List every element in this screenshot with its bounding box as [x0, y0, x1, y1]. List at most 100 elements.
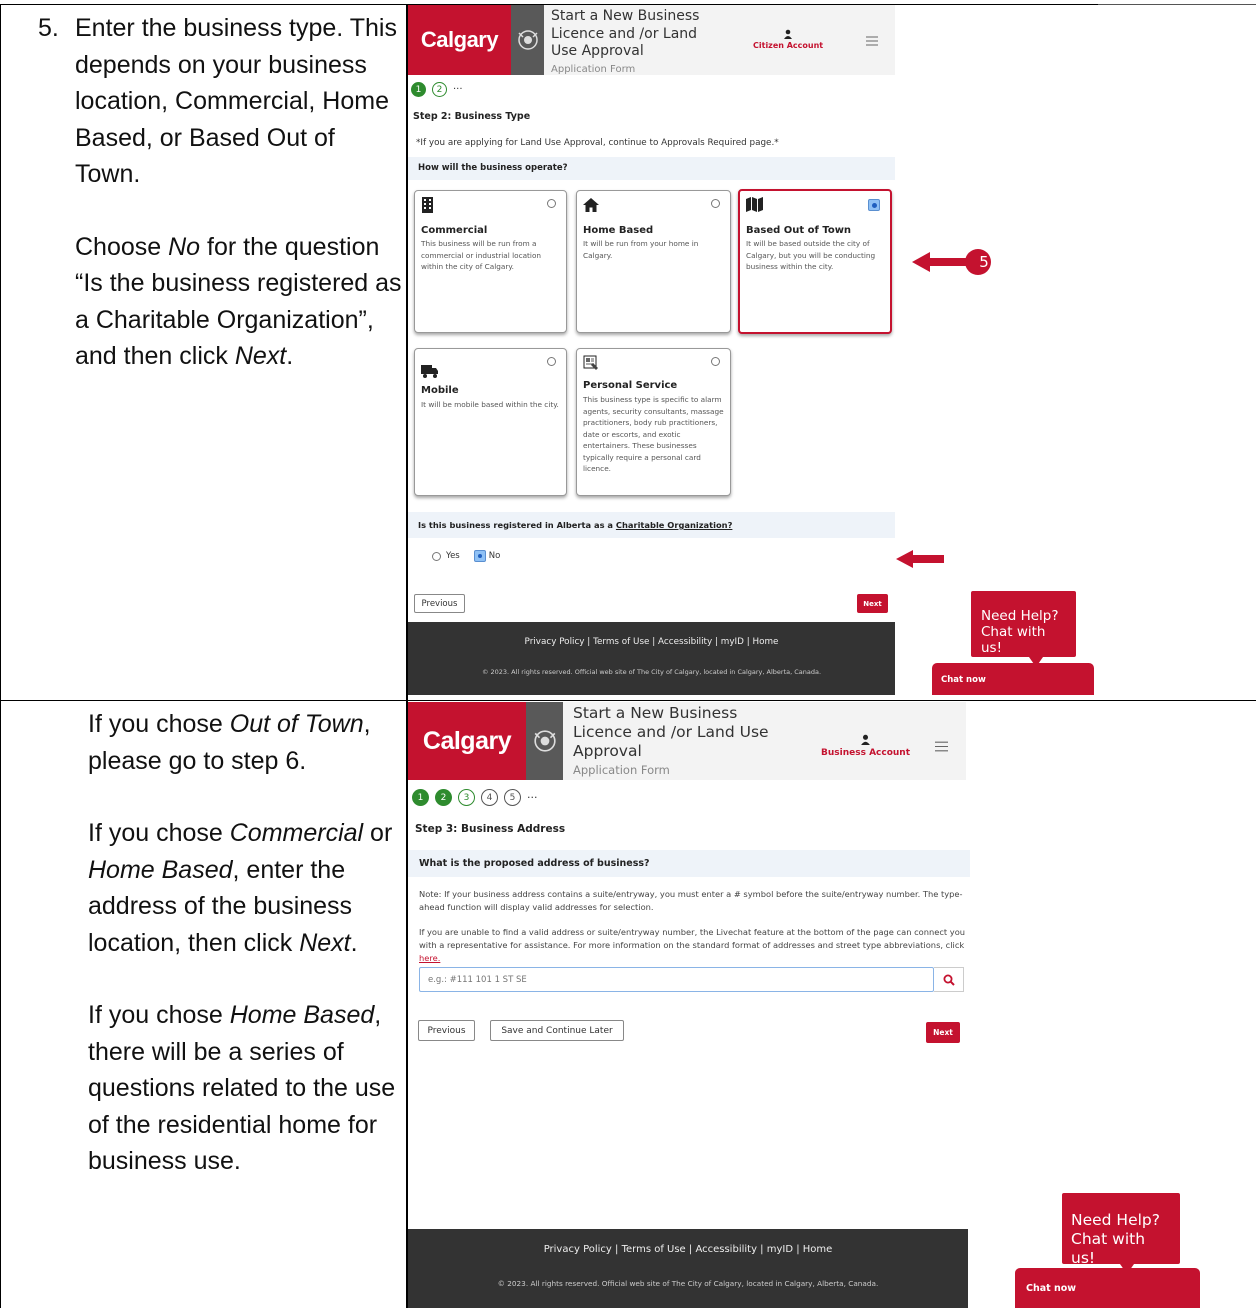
myid-link[interactable]: myID	[767, 1244, 793, 1255]
p2-mid1: or	[363, 819, 393, 847]
step5-p2-pre: Choose	[75, 232, 169, 261]
help-line1: Need Help?	[1071, 1211, 1160, 1229]
step5-line1: Enter the business type.	[75, 14, 344, 42]
p2-pre: If you chose	[88, 819, 230, 847]
home-link[interactable]: Home	[803, 1244, 833, 1255]
title-subtitle: Application Form	[573, 763, 670, 777]
chat-now-button[interactable]: Chat now	[1015, 1268, 1200, 1308]
table-border-top-right	[1098, 4, 1256, 5]
radio-based-out-of-town[interactable]	[868, 199, 880, 211]
privacy-policy-link[interactable]: Privacy Policy	[525, 637, 585, 647]
step5-p2-no: No	[168, 232, 201, 261]
no-label: No	[488, 551, 501, 561]
footer-links: Privacy Policy | Terms of Use | Accessib…	[524, 637, 779, 647]
callout-number: 5	[979, 253, 989, 271]
card-desc: This business type is specific to alarm …	[583, 395, 724, 473]
account-label: Citizen Account	[753, 41, 824, 50]
next-button[interactable]: Next	[926, 1022, 960, 1043]
site-footer: Privacy Policy | Terms of Use | Accessib…	[408, 1229, 968, 1308]
yes-label: Yes	[446, 551, 460, 561]
truck-icon	[421, 363, 438, 383]
help-line1: Need Help?	[981, 608, 1059, 624]
need-help-chat-bubble[interactable]: Need Help? Chat with us!	[971, 591, 1076, 667]
help-line2: Chat with us!	[1071, 1230, 1146, 1267]
crest-icon	[526, 702, 563, 780]
citizen-account-link[interactable]: Citizen Account	[753, 29, 823, 50]
search-button[interactable]	[934, 967, 964, 992]
radio-commercial[interactable]	[547, 199, 556, 208]
p1-pre: If you chose	[88, 710, 230, 738]
help-line2: Chat with us!	[981, 624, 1046, 656]
terms-of-use-link[interactable]: Terms of Use	[622, 1244, 686, 1255]
more-steps: ···	[453, 84, 463, 95]
home-icon	[583, 197, 599, 217]
step5-p2-next: Next	[234, 342, 287, 370]
myid-link[interactable]: myID	[721, 637, 744, 647]
table-border-left	[0, 4, 1, 1308]
livechat-note: If you are unable to find a valid addres…	[419, 926, 967, 965]
save-and-continue-later-button[interactable]: Save and Continue Later	[490, 1020, 624, 1041]
need-help-chat-bubble[interactable]: Need Help? Chat with us!	[1062, 1193, 1180, 1274]
step-2-dot[interactable]: 2	[435, 789, 452, 806]
radio-personal-service[interactable]	[711, 357, 720, 366]
previous-button[interactable]: Previous	[418, 1020, 475, 1041]
address-search	[419, 967, 964, 992]
table-border-row	[0, 700, 1256, 701]
card-title: Personal Service	[583, 380, 678, 391]
previous-button[interactable]: Previous	[414, 594, 465, 613]
account-label: Business Account	[821, 748, 911, 758]
option-card-mobile[interactable]: Mobile It will be mobile based within th…	[414, 348, 567, 496]
radio-yes[interactable]	[432, 551, 441, 561]
next-button[interactable]: Next	[857, 594, 888, 613]
p2-em1: Commercial	[229, 819, 364, 847]
question-band: What is the proposed address of business…	[408, 850, 970, 877]
title-line2: Licence and /or Land Use	[573, 723, 769, 741]
card-desc: It will be based outside the city of Cal…	[746, 239, 876, 271]
title-line1: Start a New Business	[573, 704, 738, 722]
instructions-step5b: If you chose Out of Town, please go to s…	[88, 706, 404, 1216]
step-1-dot[interactable]: 1	[412, 789, 429, 806]
option-card-home-based[interactable]: Home Based It will be run from your home…	[576, 190, 731, 333]
step-5-dot[interactable]: 5	[504, 789, 521, 806]
option-card-based-out-of-town[interactable]: Based Out of Town It will be based outsi…	[738, 189, 892, 334]
search-icon	[943, 974, 955, 986]
progress-steps: 1 2 3 4 5 ···	[412, 789, 538, 806]
step-4-dot[interactable]: 4	[481, 789, 498, 806]
card-desc: It will be mobile based within the city.	[421, 400, 559, 409]
title-subtitle: Application Form	[551, 63, 636, 75]
chat-now-button[interactable]: Chat now	[932, 663, 1094, 695]
hamburger-menu-icon[interactable]	[866, 31, 878, 50]
accessibility-link[interactable]: Accessibility	[695, 1244, 757, 1255]
privacy-policy-link[interactable]: Privacy Policy	[544, 1244, 612, 1255]
option-card-personal-service[interactable]: Personal Service This business type is s…	[576, 348, 731, 496]
charitable-organization-link[interactable]: Charitable Organization?	[616, 520, 733, 530]
radio-no[interactable]	[473, 550, 486, 562]
livechat-note-text: If you are unable to find a valid addres…	[419, 927, 966, 950]
charity-question-band: Is this business registered in Alberta a…	[408, 512, 895, 538]
calgary-logo[interactable]: Calgary	[408, 702, 526, 780]
step-3-dot[interactable]: 3	[458, 789, 475, 806]
card-title: Home Based	[583, 225, 654, 236]
address-format-here-link[interactable]: here.	[419, 953, 440, 963]
address-search-input[interactable]	[419, 967, 934, 992]
copyright: © 2023. All rights reserved. Official we…	[481, 668, 822, 676]
card-desc: This business will be run from a commerc…	[421, 239, 542, 271]
copyright: © 2023. All rights reserved. Official we…	[497, 1279, 879, 1288]
option-card-commercial[interactable]: Commercial This business will be run fro…	[414, 190, 567, 333]
home-link[interactable]: Home	[752, 637, 778, 647]
card-desc: It will be run from your home in Calgary…	[583, 239, 699, 260]
id-card-icon	[583, 355, 599, 375]
land-use-notice: *If you are applying for Land Use Approv…	[416, 138, 779, 148]
calgary-logo[interactable]: Calgary	[408, 5, 511, 75]
title-line1: Start a New Business	[551, 8, 700, 24]
step-1-dot[interactable]: 1	[411, 82, 426, 97]
accessibility-link[interactable]: Accessibility	[658, 637, 712, 647]
business-account-link[interactable]: Business Account	[821, 734, 910, 758]
question-band: How will the business operate?	[408, 157, 895, 180]
terms-of-use-link[interactable]: Terms of Use	[593, 637, 649, 647]
hamburger-menu-icon[interactable]	[935, 737, 948, 756]
radio-home-based[interactable]	[711, 199, 720, 208]
step-2-dot[interactable]: 2	[432, 82, 447, 97]
radio-mobile[interactable]	[547, 357, 556, 366]
title-line3: Use Approval	[551, 43, 644, 59]
